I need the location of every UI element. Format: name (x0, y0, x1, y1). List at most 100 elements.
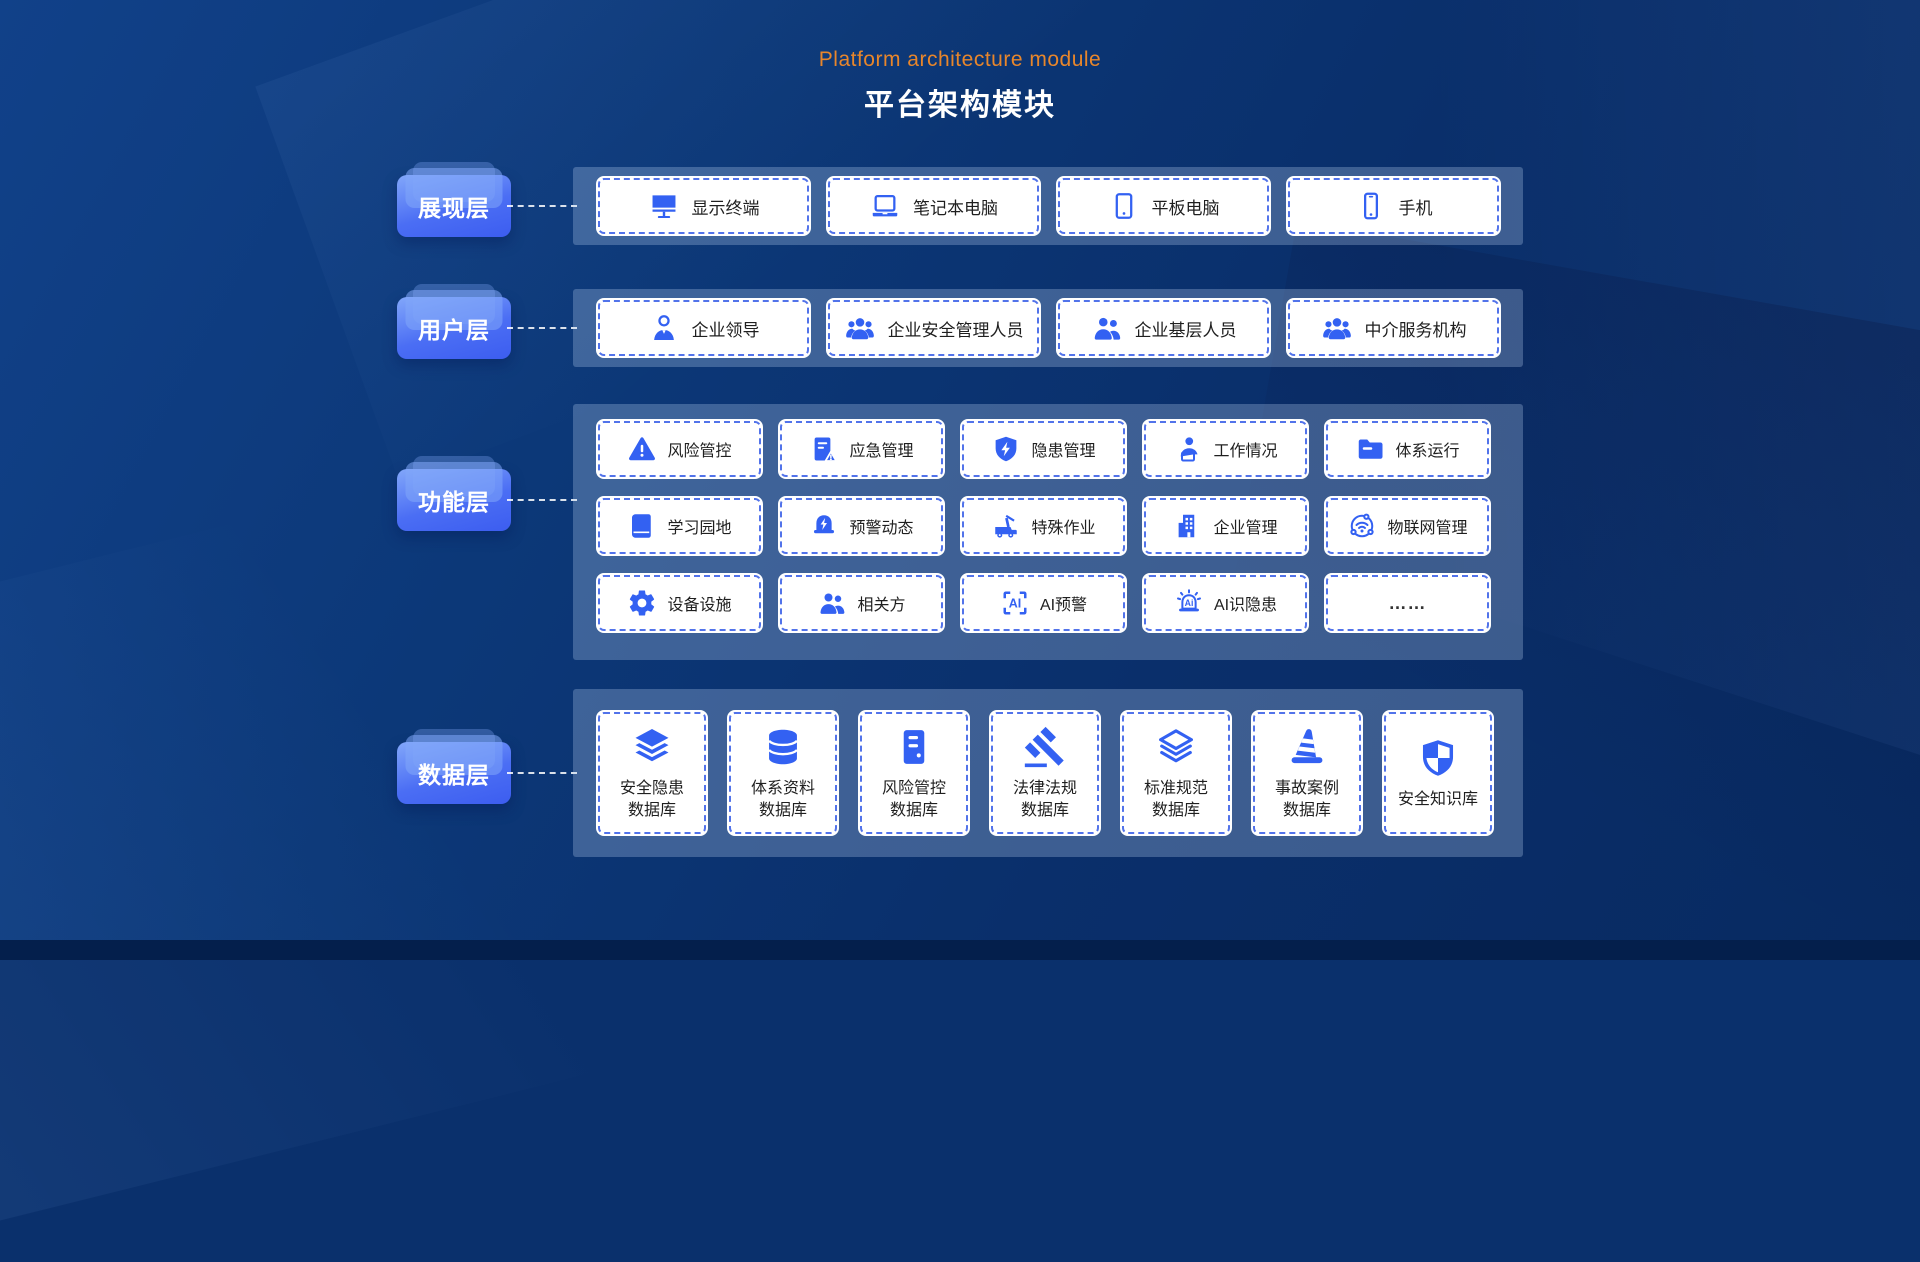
card-label-line: 体系资料 (751, 778, 815, 800)
card-label: 手机 (1399, 194, 1433, 219)
card-system-data-database: 体系资料数据库 (729, 712, 837, 834)
card-safety-knowledge-base: 安全知识库 (1384, 712, 1492, 834)
card-label: 安全隐患数据库 (620, 778, 684, 821)
server-icon (892, 725, 936, 769)
layer-user: 用户层 企业领导 企业安全管理人员企业基层人员 中介服务机构 (397, 289, 1525, 367)
card-ai-warning: AI AI预警 (962, 575, 1125, 631)
card-emergency-management: 应急管理 (780, 421, 943, 477)
card-label-line: 数据库 (1013, 800, 1077, 822)
card-risk-control: 风险管控 (598, 421, 761, 477)
card-label: 企业领导 (692, 316, 760, 341)
card-label: 隐患管理 (1031, 437, 1095, 461)
card-label: 标准规范数据库 (1144, 778, 1208, 821)
layer-label-text: 展现层 (418, 189, 490, 223)
card-laws-regulations-database: 法律法规数据库 (991, 712, 1099, 834)
card-label: 笔记本电脑 (913, 194, 998, 219)
building-icon (1173, 511, 1203, 541)
doc-alert-icon (809, 434, 839, 464)
folder-icon (1355, 434, 1385, 464)
card-mobile-phone: 手机 (1288, 178, 1499, 234)
card-special-operations: 特殊作业 (962, 498, 1125, 554)
card-label-line: 法律法规 (1013, 778, 1077, 800)
agency-icon (1321, 312, 1353, 344)
grassroots-staff-icon (1091, 312, 1123, 344)
warning-triangle-icon (627, 434, 657, 464)
card-label: 特殊作业 (1031, 514, 1095, 538)
card-label-line: 数据库 (1275, 800, 1339, 822)
card-label: 工作情况 (1213, 437, 1277, 461)
card-intermediary-agency: 中介服务机构 (1288, 300, 1499, 356)
bottom-edge-band (0, 940, 1920, 960)
layer-label-text: 数据层 (418, 756, 490, 790)
shield-bolt-icon (991, 434, 1021, 464)
card-label: 相关方 (857, 591, 905, 615)
layer-presentation: 展现层 显示终端 笔记本电脑 平板电脑 手机 (397, 167, 1525, 245)
card-label: 体系运行 (1395, 437, 1459, 461)
ai-scan-icon: AI (1000, 588, 1030, 618)
card-label-line: 数据库 (882, 800, 946, 822)
card-label: AI识隐患 (1214, 591, 1277, 615)
worker-icon (1173, 434, 1203, 464)
card-label: 显示终端 (692, 194, 760, 219)
siren-bolt-icon (809, 511, 839, 541)
phone-icon (1355, 190, 1387, 222)
card-standards-database: 标准规范数据库 (1122, 712, 1230, 834)
related-party-icon (817, 588, 847, 618)
card-label: …… (1389, 593, 1427, 614)
subtitle-english: Platform architecture module (0, 48, 1920, 72)
layer-panel-user: 企业领导 企业安全管理人员企业基层人员 中介服务机构 (573, 289, 1523, 367)
layer-label-text: 功能层 (418, 483, 490, 517)
page-title: 平台架构模块 (0, 80, 1920, 124)
layer-label-presentation: 展现层 (397, 175, 511, 237)
card-label: 学习园地 (667, 514, 731, 538)
leader-icon (648, 312, 680, 344)
laptop-icon (869, 190, 901, 222)
layer-label-data: 数据层 (397, 742, 511, 804)
iot-icon (1347, 511, 1377, 541)
card-iot-management: 物联网管理 (1326, 498, 1489, 554)
card-laptop-computer: 笔记本电脑 (828, 178, 1039, 234)
layer-function: 功能层风险管控应急管理隐患管理工作情况体系运行学习园地预警动态特殊作业企业管理物… (397, 404, 1525, 660)
card-safety-hazard-database: 安全隐患数据库 (598, 712, 706, 834)
layer-label-function: 功能层 (397, 469, 511, 531)
card-label-line: 数据库 (620, 800, 684, 822)
crane-truck-icon (991, 511, 1021, 541)
card-label: 法律法规数据库 (1013, 778, 1077, 821)
ai-siren-icon: Ai (1174, 588, 1204, 618)
card-label: 体系资料数据库 (751, 778, 815, 821)
card-tablet-computer: 平板电脑 (1058, 178, 1269, 234)
card-accident-case-database: 事故案例数据库 (1253, 712, 1361, 834)
card-enterprise-grassroots-staff: 企业基层人员 (1058, 300, 1269, 356)
card-label: 安全知识库 (1398, 789, 1478, 811)
card-label-line: 事故案例 (1275, 778, 1339, 800)
card-label: 物联网管理 (1387, 514, 1467, 538)
gavel-icon (1023, 725, 1067, 769)
card-work-status: 工作情况 (1144, 421, 1307, 477)
card-ellipsis: …… (1326, 575, 1489, 631)
card-related-parties: 相关方 (780, 575, 943, 631)
cone-icon (1285, 725, 1329, 769)
card-label: 风险管控数据库 (882, 778, 946, 821)
card-label: 事故案例数据库 (1275, 778, 1339, 821)
card-label: 中介服务机构 (1365, 316, 1467, 341)
card-label-line: 安全隐患 (620, 778, 684, 800)
svg-text:AI: AI (1009, 597, 1022, 611)
card-warning-trends: 预警动态 (780, 498, 943, 554)
safety-staff-icon (844, 312, 876, 344)
card-label: 风险管控 (667, 437, 731, 461)
card-label: AI预警 (1040, 591, 1087, 615)
tablet-icon (1108, 190, 1140, 222)
layer-panel-presentation: 显示终端 笔记本电脑 平板电脑 手机 (573, 167, 1523, 245)
card-enterprise-safety-manager: 企业安全管理人员 (828, 300, 1039, 356)
card-system-operation: 体系运行 (1326, 421, 1489, 477)
card-label-line: 数据库 (751, 800, 815, 822)
svg-text:Ai: Ai (1185, 598, 1194, 608)
layer-panel-data: 安全隐患数据库体系资料数据库风险管控数据库法律法规数据库标准规范数据库事故案例数… (573, 689, 1523, 857)
card-label-line: 安全知识库 (1398, 789, 1478, 811)
database-icon (761, 725, 805, 769)
layer-label-text: 用户层 (418, 311, 490, 345)
monitor-icon (648, 190, 680, 222)
card-label: 设备设施 (667, 591, 731, 615)
dashed-connector-line (507, 205, 577, 207)
card-risk-control-database: 风险管控数据库 (860, 712, 968, 834)
